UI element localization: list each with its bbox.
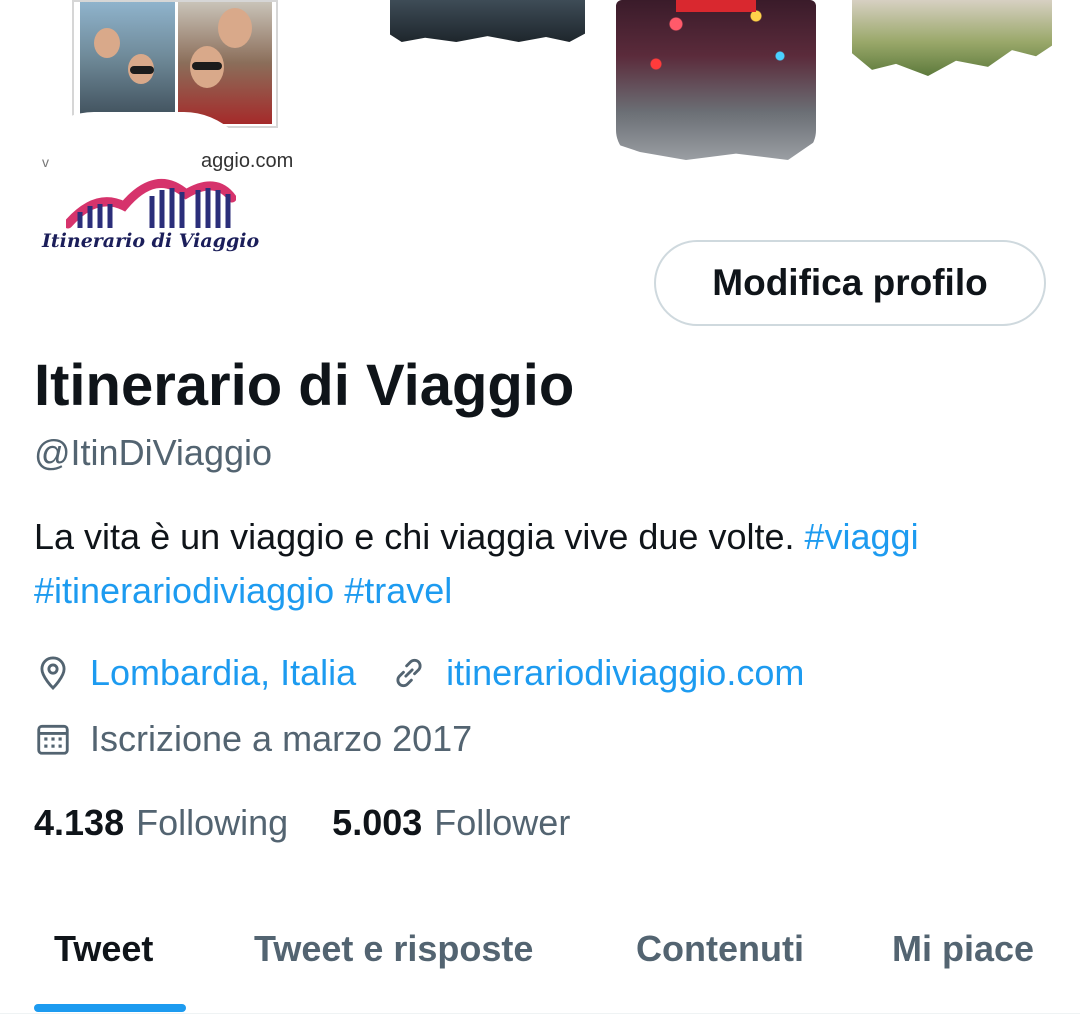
followers-label: Follower — [434, 802, 571, 843]
avatar-url-text: v aggio.com — [42, 150, 294, 172]
profile-display-name: Itinerario di Viaggio — [34, 353, 575, 418]
hashtag-link[interactable]: #itinerariodiviaggio — [34, 570, 334, 611]
following-label: Following — [136, 802, 289, 843]
followers-link[interactable]: 5.003 Follower — [332, 802, 570, 844]
banner-couple-photo — [72, 0, 278, 128]
tab-tweet-e-risposte[interactable]: Tweet e risposte — [254, 928, 533, 970]
banner-city-sign — [676, 0, 756, 12]
profile-joined-row: Iscrizione a marzo 2017 — [34, 718, 472, 760]
joined-date: Iscrizione a marzo 2017 — [90, 718, 473, 759]
profile-handle: @ItinDiViaggio — [34, 432, 273, 473]
hashtag-link[interactable]: #travel — [344, 570, 452, 611]
following-count: 4.138 — [34, 802, 125, 843]
profile-tabs: Tweet Tweet e risposte Contenuti Mi piac… — [0, 920, 1080, 1022]
bio-text: La vita è un viaggio e chi viaggia vive … — [34, 516, 805, 557]
followers-count: 5.003 — [332, 802, 423, 843]
website-link[interactable]: itinerariodiviaggio.com — [446, 652, 804, 694]
banner-neon-city-photo — [616, 0, 816, 160]
profile-stats: 4.138 Following 5.003 Follower — [34, 802, 570, 844]
tab-contenuti[interactable]: Contenuti — [636, 928, 804, 970]
logo-bridge-icon — [66, 179, 236, 229]
location-link[interactable]: Lombardia, Italia — [90, 652, 356, 694]
tab-mi-piace[interactable]: Mi piace — [892, 928, 1034, 970]
profile-avatar[interactable]: v aggio.com Itinerario di Viaggio — [24, 112, 293, 272]
link-icon — [396, 658, 422, 688]
profile-bio: La vita è un viaggio e chi viaggia vive … — [34, 510, 1044, 618]
profile-meta-row: Lombardia, Italia itinerariodiviaggio.co… — [34, 652, 804, 694]
banner-garden-photo — [852, 0, 1052, 76]
banner-harbor-photo — [390, 0, 585, 42]
following-link[interactable]: 4.138 Following — [34, 802, 288, 844]
edit-profile-button[interactable]: Modifica profilo — [654, 240, 1046, 326]
calendar-icon — [37, 724, 69, 755]
active-tab-indicator — [34, 1004, 186, 1012]
hashtag-link[interactable]: #viaggi — [804, 516, 918, 557]
location-pin-icon — [40, 656, 66, 691]
tabs-divider — [0, 1013, 1080, 1014]
tab-tweet[interactable]: Tweet — [54, 928, 153, 970]
logo-text: Itinerario di Viaggio — [42, 230, 260, 252]
